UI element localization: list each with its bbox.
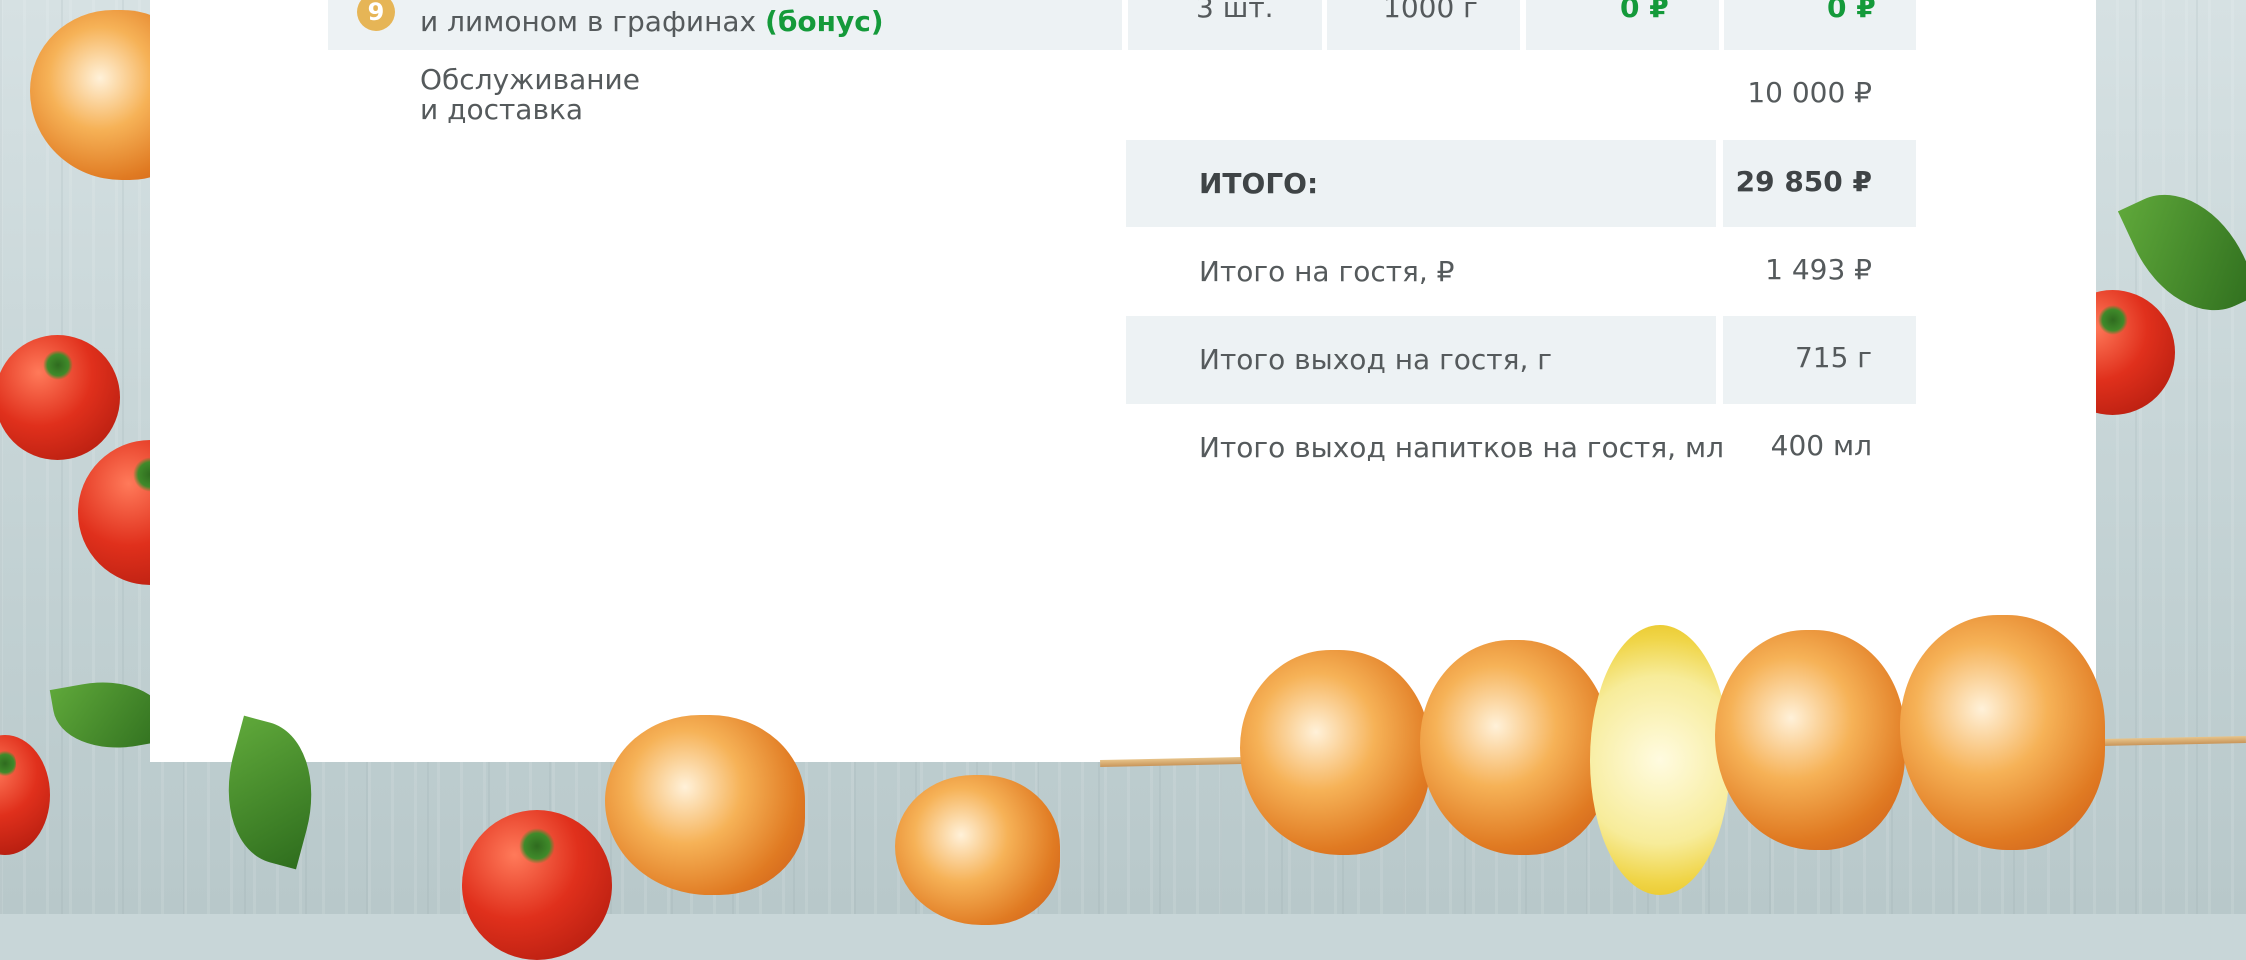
per-guest-weight-label: Итого выход на гостя, г: [1199, 343, 1552, 376]
per-guest-price-value: 1 493 ₽: [1765, 253, 1872, 286]
tomato-icon: [462, 810, 612, 960]
summary-total-value: 29 850 ₽: [1735, 165, 1872, 198]
tomato-icon: [0, 335, 120, 460]
service-label-line2: и доставка: [420, 93, 584, 126]
per-guest-weight-value: 715 г: [1794, 341, 1872, 374]
item-name: и лимоном в графинах (бонус): [420, 6, 884, 37]
lemon-icon: [1590, 625, 1730, 895]
service-label-line1: Обслуживание: [420, 63, 640, 96]
total-cell: [1724, 0, 1916, 50]
per-guest-drinks-label: Итого выход напитков на гостя, мл: [1199, 431, 1724, 464]
per-guest-drinks-value: 400 мл: [1770, 429, 1872, 462]
item-name-line: и лимоном в графинах: [420, 5, 757, 38]
bonus-label: (бонус): [765, 5, 884, 38]
item-price: 0 ₽: [1620, 0, 1669, 24]
summary-total-label: ИТОГО:: [1199, 167, 1319, 200]
item-qty: 3 шт.: [1196, 0, 1274, 24]
service-amount: 10 000 ₽: [1747, 76, 1872, 109]
item-weight: 1000 г: [1383, 0, 1478, 24]
per-guest-price-label: Итого на гостя, ₽: [1199, 255, 1455, 288]
item-total: 0 ₽: [1827, 0, 1876, 24]
